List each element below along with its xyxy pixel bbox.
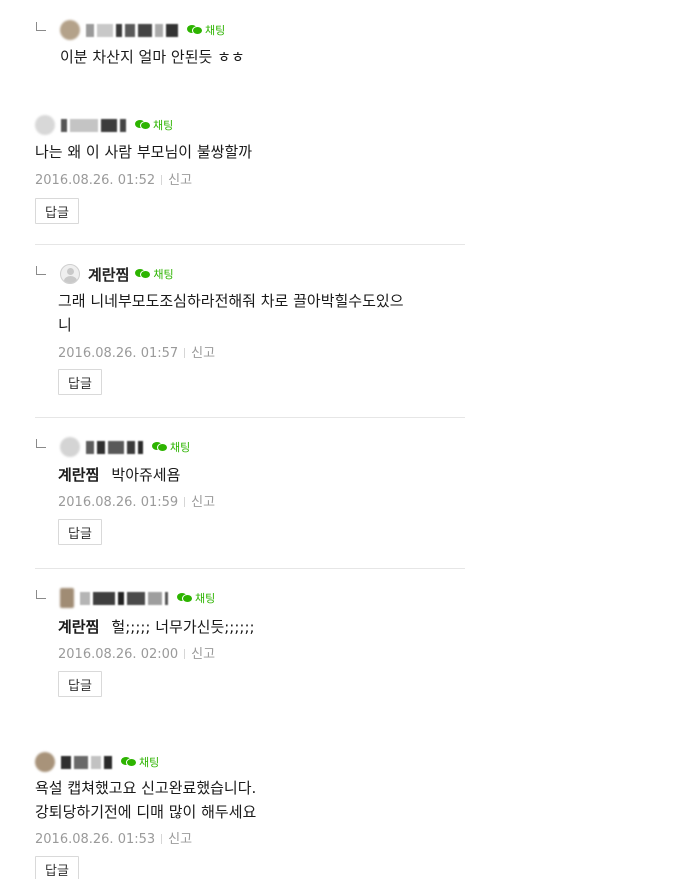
- comment-meta: 2016.08.26. 01:57 신고: [58, 342, 215, 361]
- chat-button[interactable]: 채팅: [121, 754, 159, 770]
- chat-bubble-icon: [177, 592, 193, 604]
- comment-header: 채팅: [60, 19, 225, 41]
- report-link[interactable]: 신고: [191, 495, 215, 510]
- chat-label: 채팅: [205, 24, 226, 37]
- mention-nickname[interactable]: 계란찜: [58, 618, 99, 636]
- comment-item: 채팅 욕설 캡쳐했고요 신고완료했습니다. 강퇴당하기전에 디매 많이 해두세요…: [0, 729, 465, 879]
- report-link[interactable]: 신고: [191, 346, 215, 361]
- censored-nickname: [86, 22, 181, 38]
- meta-divider: [184, 497, 186, 507]
- comment-text-line: 니: [58, 316, 72, 334]
- chat-button[interactable]: 채팅: [152, 439, 190, 455]
- chat-label: 채팅: [153, 119, 174, 132]
- comment-date: 2016.08.26. 01:53: [35, 832, 156, 847]
- chat-bubble-icon: [135, 119, 151, 131]
- comment-text: 나는 왜 이 사람 부모님이 불쌍할까: [35, 143, 253, 161]
- chat-bubble-icon: [187, 24, 203, 36]
- comment-item: 채팅 이분 차산지 얼마 안된듯 ㅎㅎ: [0, 0, 465, 90]
- default-avatar-icon[interactable]: [60, 264, 80, 284]
- censored-nickname: [61, 754, 115, 770]
- reply-indent-icon: [36, 22, 46, 31]
- reply-button[interactable]: 답글: [58, 671, 102, 697]
- chat-bubble-icon: [121, 756, 137, 768]
- nickname[interactable]: 계란찜: [88, 264, 129, 285]
- avatar[interactable]: [60, 437, 80, 457]
- comment-item: 계란찜 채팅 그래 니네부모도조심하라전해줘 차로 끌아박힐수도있으 니 201…: [0, 245, 465, 417]
- comment-text-line: 욕설 캡쳐했고요 신고완료했습니다.: [35, 779, 257, 797]
- censored-nickname: [86, 439, 146, 455]
- reply-button[interactable]: 답글: [58, 519, 102, 545]
- chat-button[interactable]: 채팅: [135, 266, 174, 282]
- meta-divider: [161, 175, 163, 185]
- report-link[interactable]: 신고: [191, 647, 215, 662]
- reply-button[interactable]: 답글: [35, 198, 79, 224]
- chat-label: 채팅: [139, 756, 160, 769]
- mention-nickname[interactable]: 계란찜: [58, 466, 99, 484]
- meta-divider: [184, 649, 186, 659]
- censored-nickname: [61, 117, 129, 133]
- report-link[interactable]: 신고: [168, 832, 192, 847]
- comment-date: 2016.08.26. 01:59: [58, 495, 179, 510]
- comment-header: 채팅: [35, 114, 173, 136]
- comment-text-content: 헐;;;;; 너무가신듯;;;;;;: [111, 618, 255, 636]
- comment-item: 채팅 계란찜 박아쥬세욤 2016.08.26. 01:59 신고 답글: [0, 418, 465, 568]
- reply-button[interactable]: 답글: [58, 369, 102, 395]
- chat-bubble-icon: [152, 441, 168, 453]
- meta-divider: [161, 834, 163, 844]
- chat-label: 채팅: [153, 268, 174, 281]
- comment-meta: 2016.08.26. 01:53 신고: [35, 828, 192, 847]
- comment-meta: 2016.08.26. 01:52 신고: [35, 169, 192, 188]
- chat-label: 채팅: [195, 592, 216, 605]
- comment-header: 채팅: [60, 587, 215, 609]
- comment-text-content: 박아쥬세욤: [111, 466, 181, 484]
- comment-text-line: 그래 니네부모도조심하라전해줘 차로 끌아박힐수도있으: [58, 292, 404, 310]
- reply-indent-icon: [36, 439, 46, 448]
- comment-meta: 2016.08.26. 01:59 신고: [58, 491, 215, 510]
- chat-label: 채팅: [170, 441, 191, 454]
- comment-text: 그래 니네부모도조심하라전해줘 차로 끌아박힐수도있으 니: [58, 289, 404, 337]
- comment-date: 2016.08.26. 01:57: [58, 346, 179, 361]
- avatar[interactable]: [35, 115, 55, 135]
- comment-item: 채팅 나는 왜 이 사람 부모님이 불쌍할까 2016.08.26. 01:52…: [0, 90, 465, 245]
- reply-indent-icon: [36, 266, 46, 275]
- comment-header: 채팅: [60, 436, 190, 458]
- meta-divider: [184, 348, 186, 358]
- censored-nickname: [80, 590, 171, 606]
- comment-date: 2016.08.26. 02:00: [58, 647, 179, 662]
- comment-header: 계란찜 채팅: [60, 263, 174, 285]
- reply-button[interactable]: 답글: [35, 856, 79, 879]
- comment-meta: 2016.08.26. 02:00 신고: [58, 643, 215, 662]
- comment-text: 계란찜 헐;;;;; 너무가신듯;;;;;;: [58, 615, 255, 639]
- chat-button[interactable]: 채팅: [177, 590, 215, 606]
- chat-button[interactable]: 채팅: [135, 117, 173, 133]
- report-link[interactable]: 신고: [168, 173, 192, 188]
- comment-text: 욕설 캡쳐했고요 신고완료했습니다. 강퇴당하기전에 디매 많이 해두세요: [35, 776, 256, 824]
- comment-header: 채팅: [35, 751, 159, 773]
- comment-date: 2016.08.26. 01:52: [35, 173, 156, 188]
- reply-indent-icon: [36, 590, 46, 599]
- avatar[interactable]: [60, 20, 80, 40]
- avatar[interactable]: [35, 752, 55, 772]
- chat-button[interactable]: 채팅: [187, 22, 225, 38]
- comment-text: 계란찜 박아쥬세욤: [58, 463, 180, 487]
- comment-thread: 채팅 이분 차산지 얼마 안된듯 ㅎㅎ 채팅 나는 왜 이 사람 부모님이 불쌍…: [0, 0, 693, 879]
- comment-item: 채팅 계란찜 헐;;;;; 너무가신듯;;;;;; 2016.08.26. 02:…: [0, 569, 465, 729]
- comment-text-line: 강퇴당하기전에 디매 많이 해두세요: [35, 803, 257, 821]
- avatar[interactable]: [60, 588, 74, 608]
- chat-bubble-icon: [135, 268, 151, 280]
- comment-text: 이분 차산지 얼마 안된듯 ㅎㅎ: [60, 48, 245, 66]
